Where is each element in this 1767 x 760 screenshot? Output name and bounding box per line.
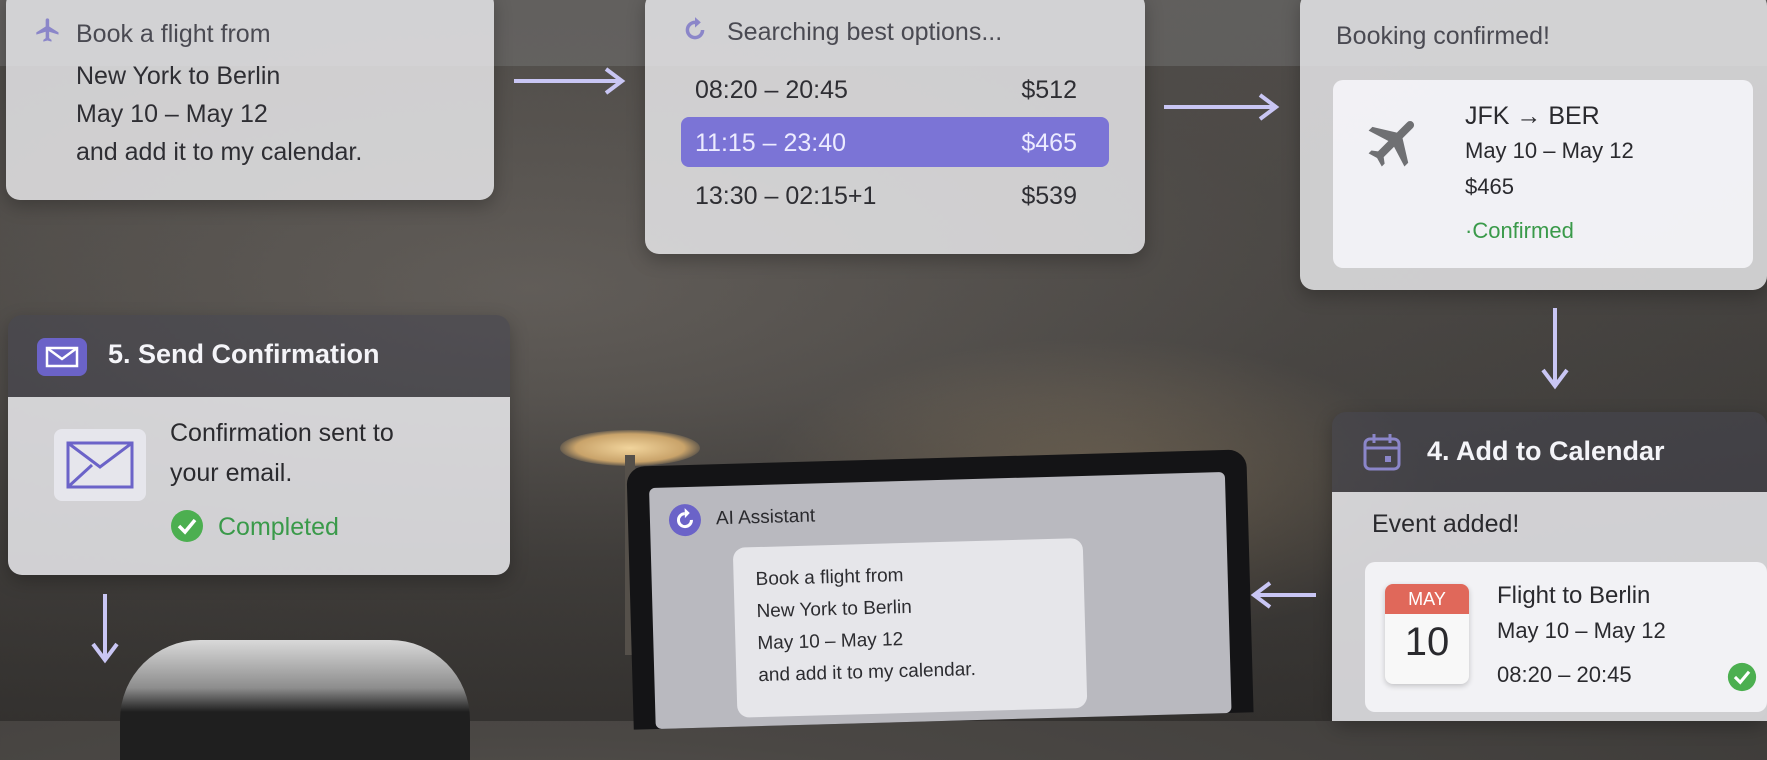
send-message-line: your email.: [170, 459, 293, 487]
booking-price: $465: [1465, 174, 1514, 199]
send-confirmation-header: 5. Send Confirmation: [8, 315, 510, 397]
assistant-message-line: Book a flight from: [755, 565, 904, 591]
calendar-event-dates: May 10 – May 12: [1497, 618, 1666, 643]
checkmark-icon: [170, 509, 204, 548]
add-to-calendar-header: 4. Add to Calendar: [1332, 412, 1767, 492]
send-message-line: Confirmation sent to: [170, 419, 394, 447]
flight-option-row-selected[interactable]: 11:15 – 23:40 $465: [681, 117, 1109, 167]
add-to-calendar-title: 4. Add to Calendar: [1427, 436, 1665, 466]
assistant-message-bubble: Book a flight from New York to Berlin Ma…: [732, 537, 1088, 718]
send-status: Completed: [218, 513, 339, 541]
send-confirmation-card: 5. Send Confirmation Confirmation sent t…: [8, 315, 510, 575]
search-options-card: Searching best options... 08:20 – 20:45 …: [645, 0, 1145, 254]
refresh-icon: [681, 16, 709, 49]
request-title: Book a flight from: [76, 20, 271, 48]
add-to-calendar-card: 4. Add to Calendar Event added! MAY 10 F…: [1332, 412, 1767, 721]
calendar-subtitle: Event added!: [1372, 510, 1520, 538]
flight-option-time: 11:15 – 23:40: [695, 129, 847, 157]
booking-dates: May 10 – May 12: [1465, 138, 1634, 163]
assistant-message-line: and add it to my calendar.: [758, 659, 977, 687]
flight-option-time: 08:20 – 20:45: [695, 76, 848, 104]
booking-title: Booking confirmed!: [1336, 22, 1551, 50]
plane-icon: [1363, 110, 1427, 179]
calendar-month: MAY: [1385, 584, 1469, 614]
calendar-date-tile: MAY 10: [1385, 584, 1469, 684]
background-speaker: [120, 640, 470, 760]
booking-confirmed-card: Booking confirmed! JFK → BER May 10 – Ma…: [1300, 0, 1767, 290]
send-confirmation-title: 5. Send Confirmation: [108, 339, 380, 369]
calendar-event-time: 08:20 – 20:45: [1497, 662, 1632, 687]
envelope-icon: [36, 337, 88, 382]
calendar-icon: [1362, 432, 1402, 477]
request-line: and add it to my calendar.: [76, 138, 363, 166]
arrow-down-icon: [1541, 308, 1569, 390]
laptop-screen: AI Assistant Book a flight from New York…: [649, 472, 1232, 729]
flight-option-row[interactable]: 13:30 – 02:15+1 $539: [681, 170, 1109, 220]
booking-details: JFK → BER May 10 – May 12 $465 ·Confirme…: [1333, 80, 1753, 268]
add-to-calendar-body: Event added! MAY 10 Flight to Berlin May…: [1332, 492, 1767, 721]
calendar-event-title: Flight to Berlin: [1497, 582, 1651, 609]
plane-icon: [34, 16, 62, 49]
request-card: Book a flight from New York to Berlin Ma…: [6, 0, 494, 200]
send-confirmation-body: Confirmation sent to your email. Complet…: [8, 397, 510, 575]
refresh-icon: [667, 503, 702, 543]
booking-status: ·Confirmed: [1465, 218, 1574, 243]
flight-option-price: $512: [1021, 76, 1077, 104]
calendar-day: 10: [1404, 620, 1450, 664]
arrow-left-icon: [1250, 581, 1316, 609]
assistant-message-line: New York to Berlin: [756, 596, 913, 623]
search-title: Searching best options...: [727, 18, 1003, 46]
request-line: May 10 – May 12: [76, 100, 268, 128]
envelope-icon: [52, 427, 148, 508]
arrow-down-icon: [91, 594, 119, 664]
assistant-title: AI Assistant: [715, 505, 816, 530]
booking-route: JFK → BER: [1465, 102, 1600, 130]
flight-option-price: $539: [1021, 182, 1077, 210]
calendar-event[interactable]: MAY 10 Flight to Berlin May 10 – May 12 …: [1365, 562, 1767, 712]
laptop: AI Assistant Book a flight from New York…: [626, 449, 1254, 730]
arrow-right-icon: [514, 67, 626, 95]
assistant-message-line: May 10 – May 12: [757, 629, 904, 655]
checkmark-icon: [1727, 662, 1757, 697]
flight-option-price: $465: [1021, 129, 1077, 157]
request-line: New York to Berlin: [76, 62, 281, 90]
flight-option-time: 13:30 – 02:15+1: [695, 182, 877, 210]
flight-option-row[interactable]: 08:20 – 20:45 $512: [681, 64, 1109, 114]
arrow-right-icon: [1164, 93, 1280, 121]
